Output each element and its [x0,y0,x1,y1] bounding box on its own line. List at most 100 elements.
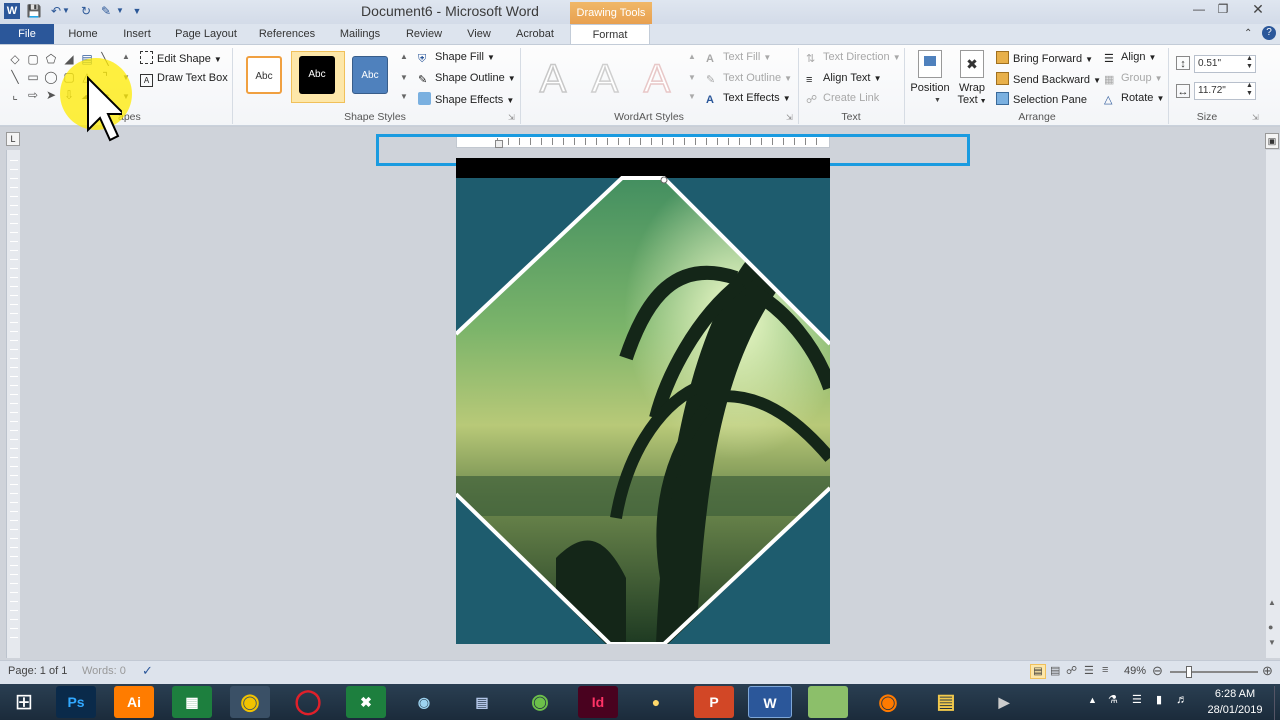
position-icon[interactable] [918,50,942,78]
position-dropdown-icon[interactable]: ▼ [934,97,941,104]
shape-fill-button[interactable]: ⛨ Shape Fill ▼ [418,51,495,66]
bring-forward-button[interactable]: Bring Forward ▼ [996,51,1093,65]
wordart-launcher-icon[interactable]: ⇲ [786,113,793,122]
scroll-down-icon[interactable]: ▼ [1268,638,1276,647]
taskbar-messenger-icon[interactable]: ● [636,686,676,718]
word-count[interactable]: Words: 0 [82,665,126,677]
zoom-in-icon[interactable]: ⊕ [1262,663,1273,679]
tray-wifi-icon[interactable]: ☰ [1132,693,1142,706]
start-button-windows-icon[interactable]: ⊞ [8,686,40,718]
wrap-text-button[interactable]: Wrap Text ▼ [952,82,992,106]
shape-oval-icon[interactable]: ◯ [44,70,58,84]
size-launcher-icon[interactable]: ⇲ [1252,113,1259,122]
shape-connector-icon[interactable]: ⌞ [8,88,22,102]
document-page[interactable] [456,158,830,644]
shape-effects-button[interactable]: Shape Effects ▼ [418,92,514,106]
shape-outline-button[interactable]: ✎ Shape Outline ▼ [418,72,516,86]
shape-styles-launcher-icon[interactable]: ⇲ [508,113,515,122]
tray-show-hidden-icon[interactable]: ▲ [1088,695,1097,705]
diamond-photo-frame[interactable] [456,158,830,644]
wordart-more-icon[interactable]: ▼ [688,92,696,101]
wordart-scroll-down-icon[interactable]: ▼ [688,73,696,82]
styles-scroll-up-icon[interactable]: ▲ [400,52,408,61]
text-direction-button[interactable]: ⇅ Text Direction ▼ [806,51,901,65]
taskbar-photos-icon[interactable]: ▤ [462,686,502,718]
tab-references[interactable]: References [254,24,320,44]
shape-style-preset-2[interactable]: Abc [299,56,335,94]
tab-mailings[interactable]: Mailings [332,24,388,44]
taskbar-powerpoint-icon[interactable]: P [694,686,734,718]
view-ruler-icon[interactable]: ▣ [1265,133,1279,149]
width-spinner[interactable]: ▲ ▼ [1246,82,1253,98]
taskbar-word-icon[interactable]: W [748,686,792,718]
text-fill-button[interactable]: A Text Fill ▼ [706,51,771,66]
create-link-button[interactable]: ☍ Create Link [806,92,879,106]
outline-view-icon[interactable]: ☰ [1084,664,1094,677]
web-layout-view-icon[interactable]: ☍ [1066,664,1077,677]
taskbar-excel-icon[interactable]: ▦ [172,686,212,718]
tab-review[interactable]: Review [398,24,450,44]
help-icon[interactable]: ? [1262,26,1276,40]
shape-diamond-icon[interactable]: ◇ [8,52,22,66]
maximize-button[interactable]: ❐ [1210,0,1236,18]
print-layout-view-icon[interactable]: ▤ [1030,664,1046,679]
rotate-button[interactable]: △ Rotate ▼ [1104,92,1164,106]
tab-selector-icon[interactable]: L [6,132,20,146]
send-backward-button[interactable]: Send Backward ▼ [996,72,1101,86]
draw-text-box-button[interactable]: A Draw Text Box [140,72,228,87]
taskbar-opera-icon[interactable]: ◯ [288,686,328,718]
height-spinner[interactable]: ▲ ▼ [1246,55,1253,71]
proofing-icon[interactable]: ✓ [142,663,153,679]
shape-style-preset-1[interactable]: Abc [246,56,282,94]
shape-diagonal-line-icon[interactable]: ╲ [8,70,22,84]
text-outline-button[interactable]: ✎ Text Outline ▼ [706,72,792,86]
full-screen-view-icon[interactable]: ▤ [1050,664,1060,677]
shape-pentagon-icon[interactable]: ⬠ [44,52,58,66]
taskbar-excel-2-icon[interactable]: ✖ [346,686,386,718]
edit-shape-button[interactable]: Edit Shape ▼ [140,51,222,65]
shape-rectangle-icon[interactable]: ▭ [26,70,40,84]
taskbar-camera-icon[interactable]: ◉ [404,686,444,718]
zoom-level[interactable]: 49% [1124,665,1146,677]
taskbar-explorer-icon[interactable]: ▤ [926,686,966,718]
shape-right-arrow-icon[interactable]: ⇨ [26,88,40,102]
shape-pentagon-arrow-icon[interactable]: ➤ [44,88,58,102]
text-effects-button[interactable]: A Text Effects ▼ [706,92,791,107]
taskbar-photoshop-icon[interactable]: Ps [56,686,96,718]
vertical-scrollbar[interactable] [1266,150,1280,658]
styles-scroll-down-icon[interactable]: ▼ [400,73,408,82]
tab-view[interactable]: View [458,24,500,44]
show-desktop-button[interactable] [1274,686,1280,720]
group-button[interactable]: ▦ Group ▼ [1104,72,1163,86]
taskbar-notes-icon[interactable] [808,686,848,718]
selection-pane-button[interactable]: Selection Pane [996,92,1087,106]
align-button[interactable]: ☰ Align ▼ [1104,51,1156,65]
zoom-slider-thumb[interactable] [1186,666,1192,678]
draft-view-icon[interactable]: ≡ [1102,664,1108,676]
wordart-sample-3[interactable]: A [634,56,680,102]
page-count[interactable]: Page: 1 of 1 [8,665,67,677]
tray-network-icon[interactable]: ⚗ [1108,693,1118,706]
tray-battery-icon[interactable]: ▮ [1156,693,1162,706]
align-text-button[interactable]: ≡ Align Text ▼ [806,72,881,87]
taskbar-illustrator-icon[interactable]: Ai [114,686,154,718]
tab-home[interactable]: Home [62,24,104,44]
tab-file[interactable]: File [0,24,54,44]
tray-volume-icon[interactable]: ♬ [1176,692,1188,706]
minimize-button[interactable]: — [1186,0,1212,18]
tab-insert[interactable]: Insert [116,24,158,44]
taskbar-video-icon[interactable]: ▶ [984,686,1024,718]
close-button[interactable]: ✕ [1240,0,1276,18]
collapse-ribbon-icon[interactable]: ⌃ [1244,28,1252,39]
clock-date[interactable]: 28/01/2019 [1202,704,1268,716]
browse-object-icon[interactable]: ● [1268,622,1273,632]
tab-acrobat[interactable]: Acrobat [508,24,562,44]
zoom-out-icon[interactable]: ⊖ [1152,663,1163,679]
wordart-sample-2[interactable]: A [582,56,628,102]
wordart-sample-1[interactable]: A [530,56,576,102]
taskbar-firefox-icon[interactable]: ◉ [868,686,908,718]
wordart-scroll-up-icon[interactable]: ▲ [688,52,696,61]
taskbar-chrome-icon[interactable]: ◉ [230,686,270,718]
taskbar-greenshot-icon[interactable]: ◉ [520,686,560,718]
clock-time[interactable]: 6:28 AM [1202,688,1268,700]
